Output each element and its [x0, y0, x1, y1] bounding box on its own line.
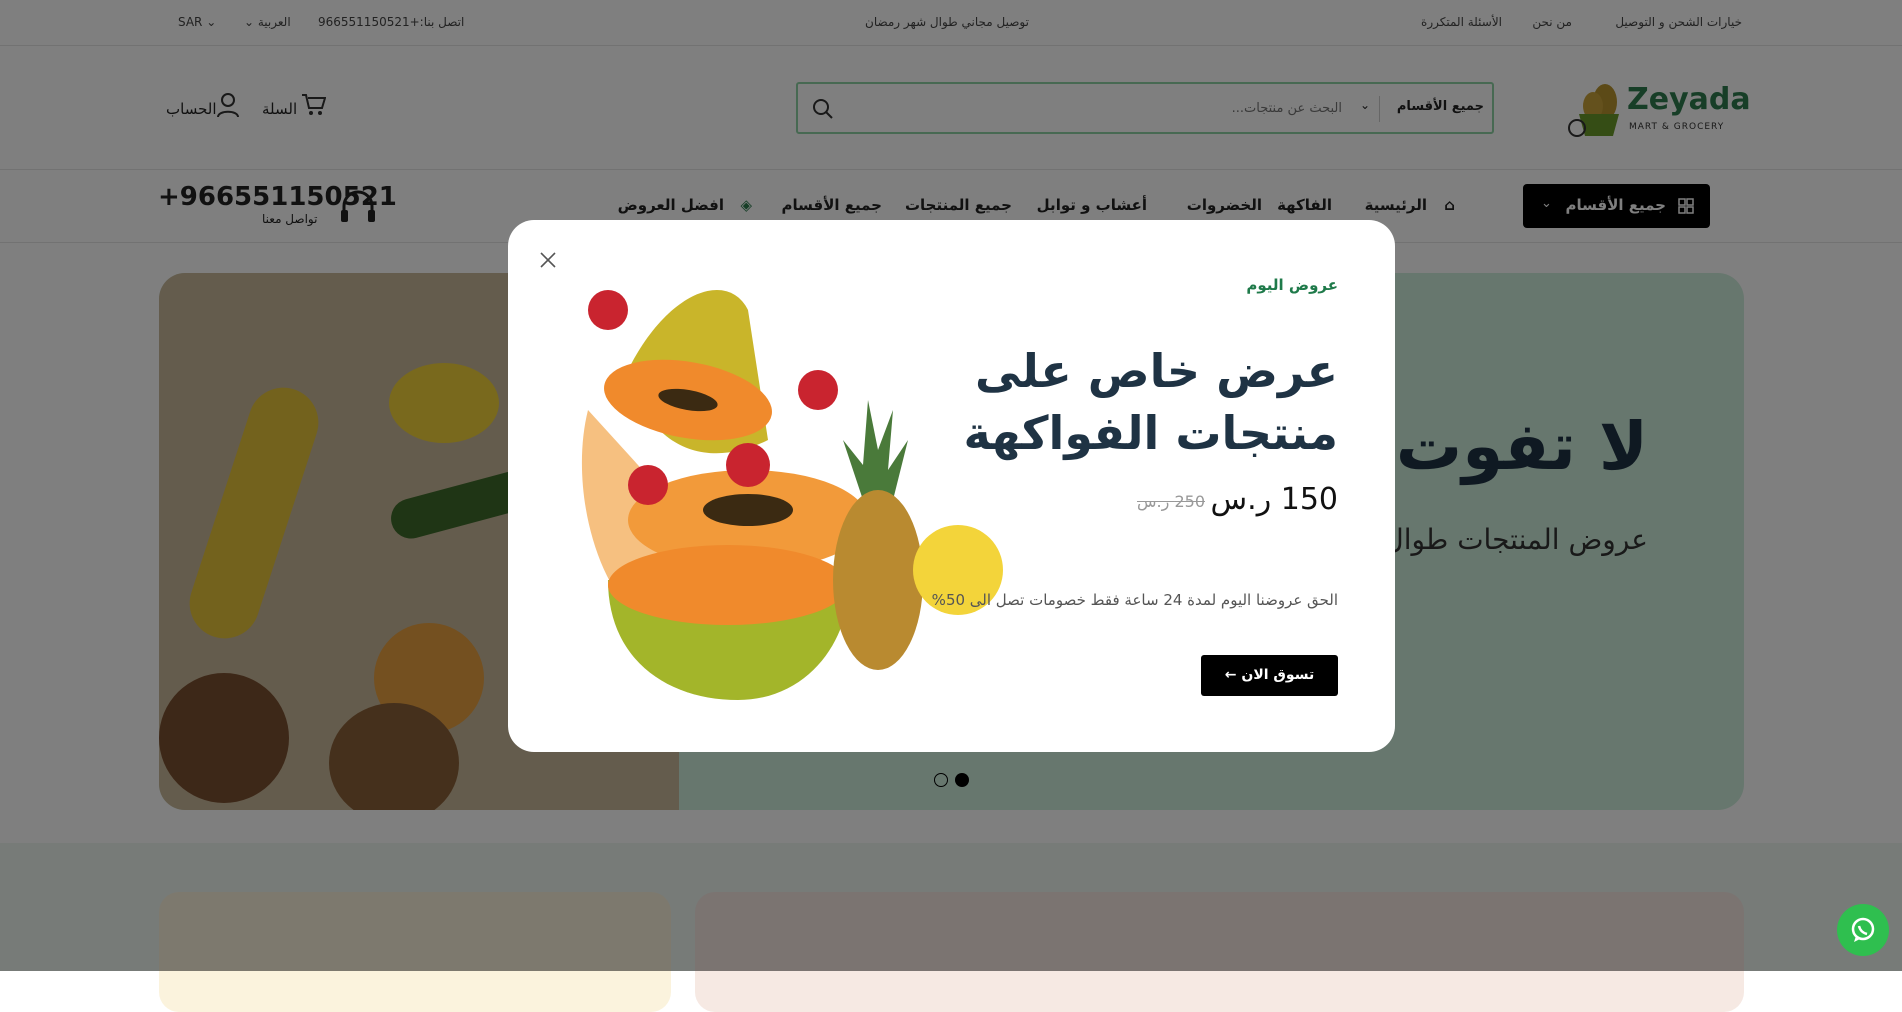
fruit-image — [568, 250, 1003, 720]
modal-eyebrow: عروض اليوم — [1246, 276, 1338, 294]
modal-old-price: 250 ر.س — [1137, 492, 1205, 511]
whatsapp-icon — [1851, 917, 1875, 942]
modal-description: الحق عروضنا اليوم لمدة 24 ساعة فقط خصوما… — [931, 591, 1338, 609]
modal-price: 150 ر.س — [1210, 482, 1338, 517]
shop-now-button[interactable]: تسوق الان ← — [1201, 655, 1338, 696]
whatsapp-button[interactable] — [1837, 904, 1889, 956]
close-icon[interactable] — [540, 252, 556, 268]
offer-modal: عروض اليوم عرض خاص على منتجات الفواكهة 1… — [508, 220, 1395, 752]
